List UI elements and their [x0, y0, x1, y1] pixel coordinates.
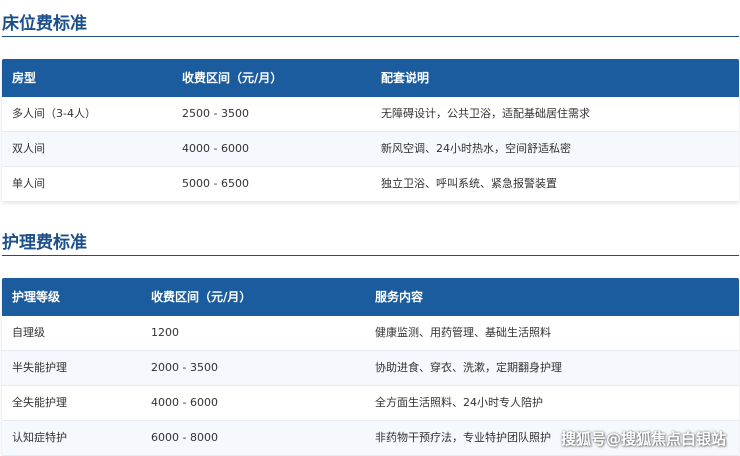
cell-care-level: 认知症特护 [12, 431, 67, 444]
cell-room-type: 单人间 [12, 177, 45, 190]
cell-services: 健康监测、用药管理、基础生活照料 [375, 326, 551, 339]
cell-facilities: 无障碍设计，公共卫浴，适配基础居住需求 [381, 107, 590, 120]
cell-price-range: 2000 - 3500 [151, 361, 218, 374]
table-row: 自理级 1200 健康监测、用药管理、基础生活照料 [2, 316, 739, 351]
cell-services: 非药物干预疗法，专业特护团队照护 [375, 431, 551, 444]
cell-price-range: 4000 - 6000 [151, 396, 218, 409]
column-header-services: 服务内容 [375, 290, 424, 304]
care-fee-table-header: 护理等级 收费区间（元/月） 服务内容 [2, 278, 739, 316]
watermark: 搜狐号@搜狐焦点白银站 [560, 430, 726, 448]
column-header-care-level: 护理等级 [12, 290, 61, 304]
column-header-price-range: 收费区间（元/月） [151, 290, 252, 304]
cell-care-level: 半失能护理 [12, 361, 67, 374]
cell-price-range: 4000 - 6000 [182, 142, 249, 155]
cell-room-type: 多人间（3-4人） [12, 107, 96, 120]
cell-facilities: 独立卫浴、呼叫系统、紧急报警装置 [381, 177, 557, 190]
cell-price-range: 6000 - 8000 [151, 431, 218, 444]
cell-room-type: 双人间 [12, 142, 45, 155]
table-row: 全失能护理 4000 - 6000 全方面生活照料、24小时专人陪护 [2, 386, 739, 421]
table-row: 单人间 5000 - 6500 独立卫浴、呼叫系统、紧急报警装置 [2, 167, 739, 202]
table-row: 双人间 4000 - 6000 新风空调、24小时热水，空间舒适私密 [2, 132, 739, 167]
column-header-facilities: 配套说明 [381, 71, 430, 85]
bed-fee-title-rule [2, 36, 739, 37]
cell-facilities: 新风空调、24小时热水，空间舒适私密 [381, 142, 571, 155]
cell-price-range: 5000 - 6500 [182, 177, 249, 190]
cell-services: 协助进食、穿衣、洗漱，定期翻身护理 [375, 361, 562, 374]
table-row: 半失能护理 2000 - 3500 协助进食、穿衣、洗漱，定期翻身护理 [2, 351, 739, 386]
cell-price-range: 2500 - 3500 [182, 107, 249, 120]
table-row: 多人间（3-4人） 2500 - 3500 无障碍设计，公共卫浴，适配基础居住需… [2, 97, 739, 132]
cell-care-level: 全失能护理 [12, 396, 67, 409]
bed-fee-table-header: 房型 收费区间（元/月） 配套说明 [2, 59, 739, 97]
bed-fee-title: 床位费标准 [2, 14, 87, 34]
column-header-room-type: 房型 [12, 71, 37, 85]
cell-services: 全方面生活照料、24小时专人陪护 [375, 396, 543, 409]
cell-care-level: 自理级 [12, 326, 45, 339]
column-header-price-range: 收费区间（元/月） [182, 71, 283, 85]
bed-fee-table: 房型 收费区间（元/月） 配套说明 多人间（3-4人） 2500 - 3500 … [2, 59, 739, 202]
care-fee-title: 护理费标准 [2, 233, 87, 253]
care-fee-title-rule [2, 255, 739, 256]
cell-price-range: 1200 [151, 326, 179, 339]
